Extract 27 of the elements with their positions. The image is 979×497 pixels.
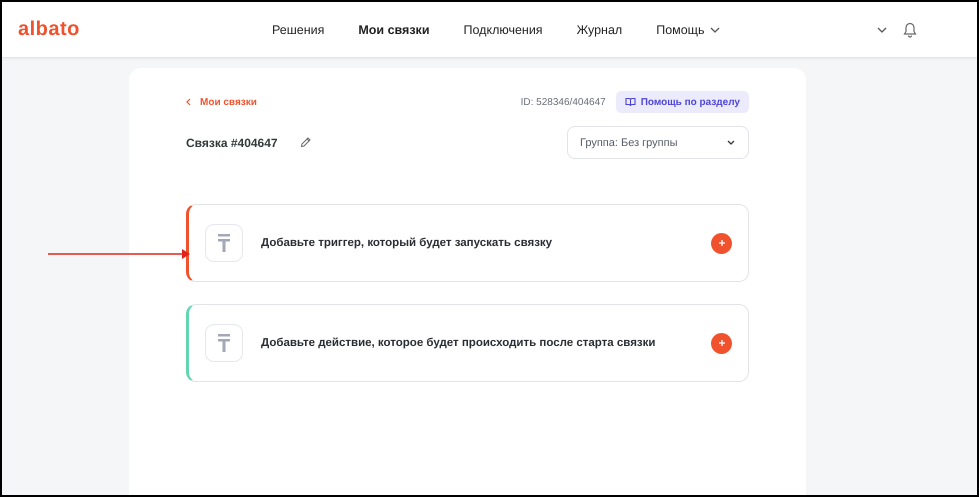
chevron-icon xyxy=(727,140,735,145)
nav-link[interactable]: Мои связки xyxy=(341,22,446,36)
chevron-icon[interactable] xyxy=(877,26,887,32)
step-prompt: Добавьте триггер, который будет запускать связку xyxy=(261,237,554,249)
pencil-icon[interactable] xyxy=(300,137,311,148)
placeholder-app-icon xyxy=(205,324,243,362)
nav-link[interactable]: Подключения xyxy=(446,22,560,36)
back-link[interactable]: Мои связки xyxy=(186,96,257,108)
nav-link[interactable]: Журнал xyxy=(560,22,640,36)
bell-icon[interactable] xyxy=(903,22,917,38)
back-chevron-icon xyxy=(186,98,191,106)
help-button[interactable]: Помощь по разделу xyxy=(616,91,749,113)
step-card[interactable]: Добавьте действие, которое будет происходить после старта связки xyxy=(186,304,749,382)
bundle-id: ID: 528346/404647 xyxy=(520,96,606,108)
group-select[interactable]: Группа: Без группы xyxy=(567,126,749,159)
nav-link[interactable]: Решения xyxy=(255,22,342,36)
plus-icon xyxy=(718,339,726,347)
step-card[interactable]: Добавьте триггер, который будет запускать связку xyxy=(186,204,749,282)
plus-icon xyxy=(718,239,726,247)
logo[interactable]: albato xyxy=(18,18,255,41)
add-button[interactable] xyxy=(711,332,732,354)
step-prompt: Добавьте действие, которое будет происходить после старта связки xyxy=(261,337,656,349)
book-icon xyxy=(624,97,636,107)
nav-link[interactable]: Помощь xyxy=(639,22,738,36)
placeholder-app-icon xyxy=(205,224,243,262)
add-button[interactable] xyxy=(711,232,732,254)
bundle-title: Связка #404647 xyxy=(186,136,278,150)
